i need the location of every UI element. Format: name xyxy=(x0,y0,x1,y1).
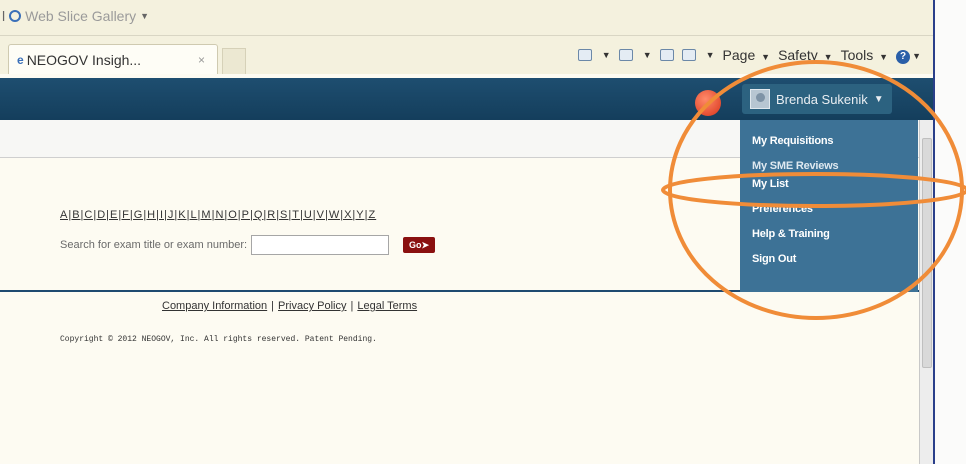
favorites-bar: l Web Slice Gallery ▼ xyxy=(0,0,933,36)
safety-menu[interactable]: Safety ▼ xyxy=(778,47,833,63)
copyright-text: Copyright © 2012 NEOGOV, Inc. All rights… xyxy=(60,335,377,344)
menu-item-my-sme-reviews[interactable]: My SME Reviews xyxy=(752,157,918,175)
menu-item-sign-out[interactable]: Sign Out xyxy=(752,250,918,275)
chevron-down-icon[interactable]: ▼ xyxy=(643,50,652,60)
close-icon[interactable]: × xyxy=(198,53,205,67)
user-name: Brenda Sukenik xyxy=(776,91,868,107)
menu-item-help-training[interactable]: Help & Training xyxy=(752,225,918,250)
legal-terms-link[interactable]: Legal Terms xyxy=(357,300,417,312)
command-bar: ▼ ▼ ▼ Page ▼ Safety ▼ Tools ▼ ? ▼ xyxy=(577,46,921,64)
go-button[interactable]: Go➤ xyxy=(403,237,436,253)
tab-bar: e NEOGOV Insigh... × ▼ ▼ ▼ Page ▼ Safety… xyxy=(0,36,933,74)
avatar-icon xyxy=(750,89,770,109)
feeds-icon[interactable] xyxy=(618,49,633,61)
alphabet-index[interactable]: A|B|C|D|E|F|G|H|I|J|K|L|M|N|O|P|Q|R|S|T|… xyxy=(60,209,376,221)
favorites-item-label: Web Slice Gallery xyxy=(25,8,137,24)
mail-icon[interactable] xyxy=(659,49,674,61)
ie-icon xyxy=(9,10,22,22)
scrollbar-thumb[interactable] xyxy=(922,138,932,368)
tab-title: NEOGOV Insigh... xyxy=(26,51,142,68)
screen: l Web Slice Gallery ▼ e NEOGOV Insigh...… xyxy=(0,0,966,464)
page-menu-label: Page xyxy=(722,47,756,63)
separator: | xyxy=(271,300,275,312)
search-input[interactable] xyxy=(251,235,390,255)
menu-item-my-requisitions[interactable]: My Requisitions xyxy=(752,132,918,157)
tools-menu-label: Tools xyxy=(840,47,874,63)
company-info-link[interactable]: Company Information xyxy=(162,300,267,312)
footer-links: Company Information | Privacy Policy | Legal… xyxy=(162,300,417,312)
home-icon[interactable] xyxy=(577,49,592,61)
scrollbar[interactable] xyxy=(919,120,933,464)
menu-item-preferences[interactable]: Preferences xyxy=(752,200,918,225)
chevron-down-icon: ▼ xyxy=(140,11,150,21)
chevron-down-icon: ▼ xyxy=(873,93,884,105)
go-button-label: Go xyxy=(409,239,422,250)
tools-menu[interactable]: Tools ▼ xyxy=(841,47,889,63)
chevron-down-icon[interactable]: ▼ xyxy=(602,50,611,60)
exam-search: Search for exam title or exam number: Go… xyxy=(60,235,436,255)
privacy-policy-link[interactable]: Privacy Policy xyxy=(278,300,346,312)
ie-icon: e xyxy=(17,52,24,67)
help-icon: ? xyxy=(896,50,911,64)
new-tab-button[interactable] xyxy=(222,48,246,74)
separator: | xyxy=(350,300,354,312)
print-icon[interactable] xyxy=(681,49,696,61)
user-menu-button[interactable]: Brenda Sukenik ▼ xyxy=(742,84,892,114)
page-menu[interactable]: Page ▼ xyxy=(723,47,771,63)
safety-menu-label: Safety xyxy=(778,47,818,63)
search-label: Search for exam title or exam number: xyxy=(60,239,248,251)
notification-icon[interactable] xyxy=(695,90,721,116)
favorites-item[interactable]: l Web Slice Gallery ▼ xyxy=(2,8,149,24)
app-header: Brenda Sukenik ▼ xyxy=(0,78,933,120)
chevron-down-icon[interactable]: ▼ xyxy=(706,50,715,60)
favorites-edge: l xyxy=(2,8,6,24)
menu-item-my-list[interactable]: My List xyxy=(752,175,918,200)
window-edge xyxy=(933,0,966,464)
user-dropdown-menu: My Requisitions My SME Reviews My List P… xyxy=(740,120,918,292)
browser-tab[interactable]: e NEOGOV Insigh... × xyxy=(8,44,218,74)
help-menu[interactable]: ? ▼ xyxy=(896,46,921,64)
